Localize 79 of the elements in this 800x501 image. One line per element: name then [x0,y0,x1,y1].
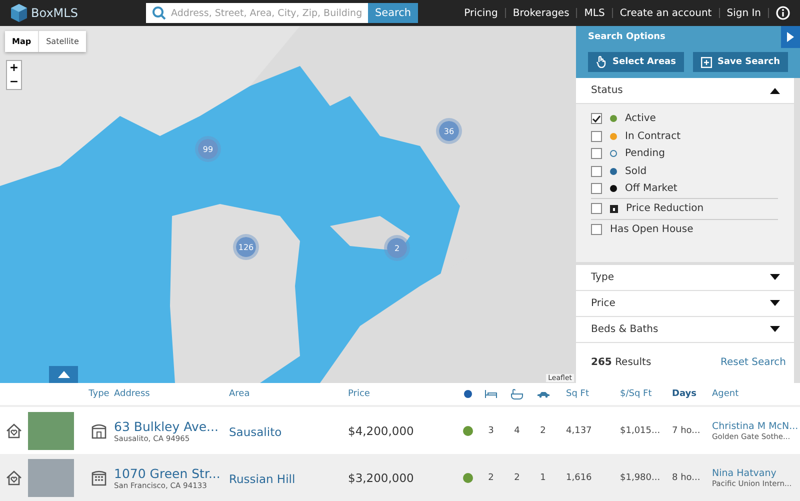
column-header[interactable]: Sq Ft [556,389,616,399]
column-header[interactable]: $/Sq Ft [616,389,672,399]
price-drop-icon [610,204,618,212]
hand-icon [596,56,606,68]
caret-up-icon [58,371,70,378]
collapse-panel-button[interactable] [781,26,800,48]
play-icon [787,32,794,42]
checkbox[interactable] [591,203,602,214]
baths-cell-text: 4 [513,426,521,436]
status-option[interactable]: Sold [625,166,647,177]
column-header[interactable]: Address [114,389,229,399]
save-icon [700,56,712,68]
car-icon[interactable] [536,390,550,398]
beds-cell-text: 2 [487,472,495,482]
house-icon [91,422,107,438]
column-header[interactable]: Price [348,389,458,399]
price-cell-text: $4,200,000 [348,424,415,438]
address-link[interactable]: 1070 Green Str... [114,466,229,480]
bathtub-icon[interactable] [511,388,523,400]
address-link[interactable]: 63 Bulkley Ave... [114,418,229,434]
column-header[interactable]: Area [229,389,348,399]
caret-icon [770,88,780,94]
status-option[interactable]: Pending [625,148,665,160]
area-link[interactable]: Russian Hill [229,472,296,486]
status-option[interactable]: Price Reduction [626,203,704,214]
checkbox[interactable] [591,148,602,160]
agent-link[interactable]: Christina M McN... [712,420,800,432]
building-icon [91,470,107,486]
search-button[interactable]: Search [368,3,418,23]
logo-text[interactable]: BoxMLS [31,6,78,20]
search-field[interactable]: Address, Street, Area, City, Zip, Building [146,3,368,23]
select-areas-button[interactable]: Select Areas [588,52,684,72]
expand-list-button[interactable] [49,366,78,383]
results-count: 265 Results [591,357,652,368]
nav-link[interactable]: Brokerages [512,8,570,18]
cube-logo-icon [10,3,28,23]
status-option[interactable]: Off Market [625,183,678,194]
reset-search-link[interactable]: Reset Search [720,357,786,368]
map-type-tab[interactable]: Satellite [39,31,86,52]
column-header[interactable]: Days [672,389,712,399]
caret-icon [770,274,780,280]
info-icon[interactable] [776,6,790,20]
area-link[interactable]: Sausalito [229,425,282,439]
sqft-cell-text: 1,616 [565,472,593,482]
price-cell-text: $3,200,000 [348,470,415,484]
status-column-icon[interactable] [464,390,472,398]
days-cell-text: 7 ho... [672,426,702,436]
checkbox[interactable] [591,113,602,124]
nav-link[interactable]: Create an account [620,8,712,18]
caret-icon [770,300,780,306]
checkbox[interactable] [591,183,602,194]
checkbox[interactable] [591,166,602,177]
nav-link[interactable]: MLS [584,8,605,18]
price-per-sqft-cell-text: $1,980... [619,472,662,482]
checkbox[interactable] [591,130,602,142]
map-type-tab[interactable]: Map [5,31,40,52]
parking-cell-text: 2 [539,426,547,436]
favorite-house-icon[interactable] [6,422,22,438]
parking-cell-text: 1 [539,472,547,482]
search-icon [152,6,166,20]
beds-cell-text: 3 [487,426,495,436]
status-option[interactable]: Active [625,113,656,124]
favorite-house-icon[interactable] [6,470,22,486]
status-option[interactable]: Has Open House [610,224,694,235]
column-header[interactable]: Agent [712,389,800,399]
sqft-cell-text: 4,137 [565,426,593,436]
days-cell-text: 8 ho... [672,472,702,482]
price-per-sqft-cell-text: $1,015... [619,426,662,436]
baths-cell-text: 2 [513,472,521,482]
column-header[interactable]: Type [84,389,114,399]
bed-icon[interactable] [485,390,497,398]
agent-link[interactable]: Nina Hatvany [712,468,800,478]
checkbox[interactable] [591,224,602,235]
nav-link[interactable]: Sign In [726,8,761,18]
panel-title: Search Options [588,32,666,42]
nav-link[interactable]: Pricing [464,8,498,18]
caret-icon [770,326,780,332]
save-search-button[interactable]: Save Search [692,52,788,72]
status-option[interactable]: In Contract [625,130,680,142]
